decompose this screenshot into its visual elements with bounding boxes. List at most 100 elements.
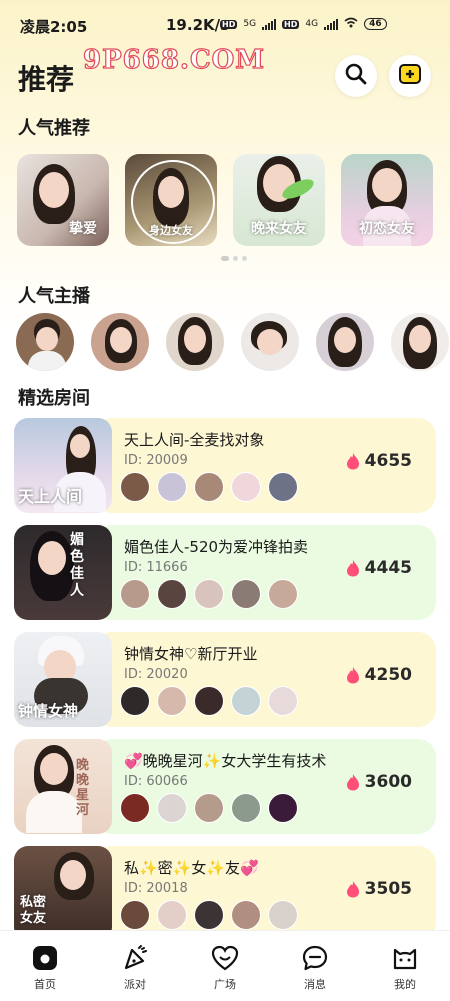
room-heat-value: 4250 — [364, 665, 412, 685]
room-thumbnail: 天上人间 — [14, 418, 112, 513]
room-thumbnail-caption: 媚色佳人 — [70, 532, 84, 599]
tab-label: 首页 — [34, 978, 56, 991]
member-avatar — [120, 579, 150, 609]
anchor-avatar[interactable] — [16, 313, 74, 371]
anchor-avatar[interactable] — [391, 313, 449, 371]
room-id: ID: 20018 — [124, 881, 188, 896]
tab-label: 我的 — [394, 978, 416, 991]
member-avatar — [120, 472, 150, 502]
hot-recommend-caption: 挚爱 — [69, 221, 97, 237]
member-avatar — [194, 793, 224, 823]
tab-plaza[interactable]: 广场 — [180, 931, 270, 1001]
anchor-avatar[interactable] — [91, 313, 149, 371]
room-thumbnail-caption: 私密女友 — [20, 895, 47, 926]
hot-recommend-caption: 身边女友 — [149, 224, 193, 237]
room-name: 💞晚晚星河✨女大学生有技术 — [124, 752, 327, 770]
member-avatar — [231, 472, 261, 502]
search-icon — [344, 62, 368, 90]
room-name: 私✨密✨女✨友💞 — [124, 859, 259, 877]
add-room-button[interactable] — [389, 55, 431, 97]
member-avatar — [157, 472, 187, 502]
status-time: 凌晨2:05 — [20, 18, 88, 36]
plaza-icon — [211, 943, 239, 973]
member-avatar — [231, 579, 261, 609]
hd-badge-2: HD — [282, 19, 300, 29]
room-heat: 4445 — [346, 558, 412, 578]
room-thumbnail-caption: 晚晚星河 — [76, 758, 90, 818]
hd-badge: HD — [220, 19, 238, 29]
tab-messages[interactable]: 消息 — [270, 931, 360, 1001]
profile-icon — [391, 943, 419, 973]
member-avatar — [268, 900, 298, 930]
member-avatar — [157, 579, 187, 609]
network-label: 5G — [243, 19, 257, 29]
member-avatar — [231, 686, 261, 716]
room-heat: 4655 — [346, 451, 412, 471]
status-icons: HD 5G HD 4G 46 — [220, 17, 387, 31]
hot-recommend-card[interactable]: 身边女友 — [125, 154, 217, 246]
room-member-avatars — [120, 472, 298, 502]
wifi-icon — [344, 17, 358, 31]
member-avatar — [194, 686, 224, 716]
flame-icon — [346, 560, 359, 577]
room-name: 媚色佳人-520为爱冲锋拍卖 — [124, 538, 309, 556]
tab-profile[interactable]: 我的 — [360, 931, 450, 1001]
bottom-tab-bar: 首页 派对 广场 消息 我的 — [0, 930, 450, 1001]
room-thumbnail-caption: 钟情女神 — [18, 702, 79, 720]
room-id: ID: 11666 — [124, 560, 188, 575]
signal-icon-2 — [324, 18, 339, 30]
tab-party[interactable]: 派对 — [90, 931, 180, 1001]
page-title: 推荐 — [18, 63, 75, 96]
anchor-avatar[interactable] — [241, 313, 299, 371]
member-avatar — [268, 686, 298, 716]
tab-label: 派对 — [124, 978, 146, 991]
room-card[interactable]: 钟情女神 钟情女神♡新厅开业 ID: 20020 4250 — [14, 632, 436, 727]
add-icon — [397, 61, 423, 91]
room-heat: 3505 — [346, 879, 412, 899]
room-card[interactable]: 天上人间 天上人间-全麦找对象 ID: 20009 4655 — [14, 418, 436, 513]
room-member-avatars — [120, 793, 298, 823]
hot-recommend-card[interactable]: 挚爱 — [17, 154, 109, 246]
section-title-hot-recommend: 人气推荐 — [18, 118, 90, 139]
room-thumbnail: 媚色佳人 — [14, 525, 112, 620]
network-label-2: 4G — [305, 19, 319, 29]
member-avatar — [194, 900, 224, 930]
room-heat: 3600 — [346, 772, 412, 792]
room-member-avatars — [120, 900, 298, 930]
room-card[interactable]: 私密女友 私✨密✨女✨友💞 ID: 20018 3505 — [14, 846, 436, 941]
room-member-avatars — [120, 579, 298, 609]
anchor-avatar[interactable] — [316, 313, 374, 371]
room-card[interactable]: 媚色佳人 媚色佳人-520为爱冲锋拍卖 ID: 11666 4445 — [14, 525, 436, 620]
hot-recommend-card[interactable]: 初恋女友 — [341, 154, 433, 246]
room-id: ID: 20020 — [124, 667, 188, 682]
party-icon — [121, 943, 149, 973]
status-bar: 凌晨2:05 19.2K/s HD 5G HD 4G 46 — [0, 0, 450, 50]
member-avatar — [231, 900, 261, 930]
tab-home[interactable]: 首页 — [0, 931, 90, 1001]
watermark-text: 9P668.COM — [82, 44, 266, 75]
room-heat-value: 4445 — [364, 558, 412, 578]
member-avatar — [268, 793, 298, 823]
anchor-avatar[interactable] — [166, 313, 224, 371]
message-icon — [301, 943, 329, 973]
hot-recommend-caption: 初恋女友 — [359, 221, 415, 237]
hot-recommend-card[interactable]: 晚来女友 — [233, 154, 325, 246]
flame-icon — [346, 667, 359, 684]
room-id: ID: 20009 — [124, 453, 188, 468]
room-thumbnail-caption: 天上人间 — [18, 487, 83, 506]
flame-icon — [346, 881, 359, 898]
room-heat-value: 4655 — [364, 451, 412, 471]
flame-icon — [346, 453, 359, 470]
member-avatar — [120, 793, 150, 823]
member-avatar — [194, 579, 224, 609]
room-card[interactable]: 晚晚星河 💞晚晚星河✨女大学生有技术 ID: 60066 3600 — [14, 739, 436, 834]
signal-icon — [262, 18, 277, 30]
member-avatar — [194, 472, 224, 502]
battery-indicator: 46 — [364, 18, 387, 30]
search-button[interactable] — [335, 55, 377, 97]
room-thumbnail: 晚晚星河 — [14, 739, 112, 834]
member-avatar — [157, 793, 187, 823]
room-member-avatars — [120, 686, 298, 716]
tab-label: 广场 — [214, 978, 236, 991]
flame-icon — [346, 774, 359, 791]
